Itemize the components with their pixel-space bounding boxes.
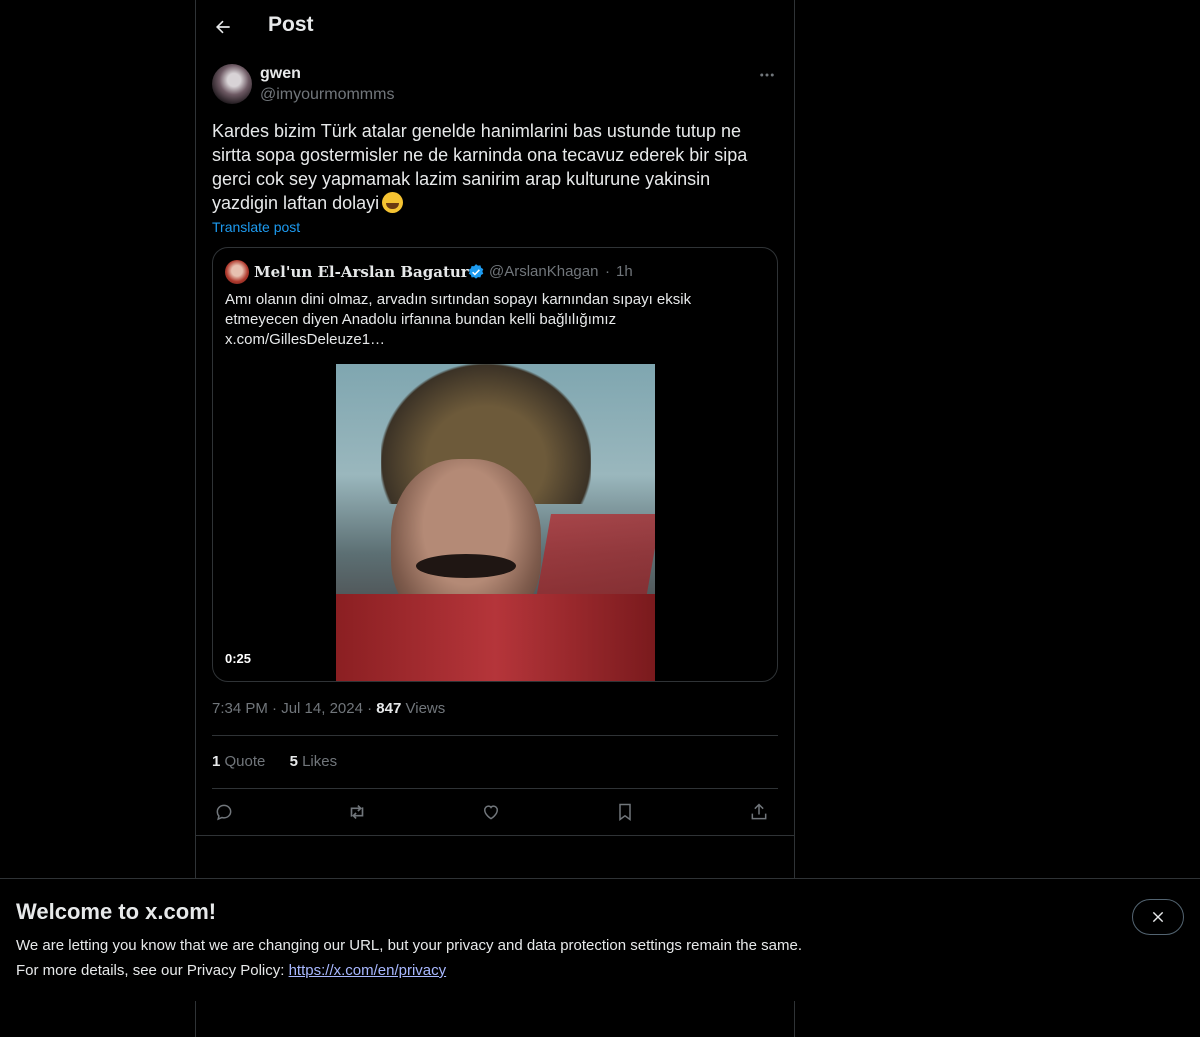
privacy-policy-link[interactable]: https://x.com/en/privacy xyxy=(289,962,447,979)
likes-count: 5 xyxy=(289,753,298,770)
bookmark-button[interactable] xyxy=(613,800,637,824)
banner-details-text: For more details, see our Privacy Policy… xyxy=(16,962,289,979)
separator-dot: · xyxy=(605,263,610,280)
divider xyxy=(196,835,794,836)
more-options-button[interactable] xyxy=(756,64,778,86)
share-button[interactable] xyxy=(747,800,771,824)
banner-title: Welcome to x.com! xyxy=(16,899,217,924)
back-button[interactable] xyxy=(208,12,238,42)
share-icon xyxy=(751,803,767,820)
author-handle[interactable]: @imyourmommms xyxy=(260,86,394,104)
banner-details: For more details, see our Privacy Policy… xyxy=(16,962,446,979)
post-author: gwen @imyourmommms xyxy=(212,64,778,108)
quoted-timestamp[interactable]: 1h xyxy=(616,263,633,280)
author-name[interactable]: gwen xyxy=(260,65,301,83)
post-date[interactable]: Jul 14, 2024 xyxy=(281,700,363,717)
more-icon xyxy=(760,73,774,77)
quoted-text-line: etmeyecen diyen Anadolu irfanına bundan … xyxy=(225,311,617,328)
banner-message: We are letting you know that we are chan… xyxy=(16,937,802,954)
quotes-label: Quote xyxy=(224,753,266,770)
reply-icon xyxy=(216,804,232,821)
repost-icon xyxy=(350,804,364,820)
post-meta: 7:34 PM · Jul 14, 2024 · 847 Views xyxy=(212,700,445,717)
arrow-left-icon xyxy=(216,20,230,34)
video-duration: 0:25 xyxy=(225,651,252,666)
video-thumbnail[interactable] xyxy=(336,364,655,681)
views-label: Views xyxy=(405,700,446,717)
quotes-count: 1 xyxy=(212,753,221,770)
translate-post-link[interactable]: Translate post xyxy=(212,219,300,235)
post-time[interactable]: 7:34 PM xyxy=(212,700,268,717)
post-body: Kardes bizim Türk atalar genelde hanimla… xyxy=(212,121,748,213)
welcome-banner: Welcome to x.com! We are letting you kno… xyxy=(0,878,1200,1001)
separator-dot: · xyxy=(367,700,377,717)
separator-dot: · xyxy=(272,700,282,717)
like-icon xyxy=(483,805,499,820)
close-icon xyxy=(1152,911,1164,923)
header: Post xyxy=(196,0,794,55)
avatar[interactable] xyxy=(212,64,252,104)
bookmark-icon xyxy=(619,803,631,821)
reply-button[interactable] xyxy=(212,800,236,824)
like-button[interactable] xyxy=(479,800,503,824)
divider xyxy=(212,735,778,736)
divider xyxy=(212,788,778,789)
quoted-link[interactable]: x.com/GillesDeleuze1… xyxy=(225,330,755,350)
post-text: Kardes bizim Türk atalar genelde hanimla… xyxy=(212,119,778,215)
quotes-stat[interactable]: 1 Quote xyxy=(212,753,265,770)
video-garment xyxy=(336,594,655,681)
video-mustache xyxy=(416,554,516,578)
grinning-squinting-face-emoji-icon xyxy=(382,192,404,213)
quoted-avatar[interactable] xyxy=(225,260,249,284)
page-title: Post xyxy=(268,13,314,36)
repost-button[interactable] xyxy=(345,800,369,824)
verified-badge-icon xyxy=(468,264,484,279)
quoted-text: Amı olanın dini olmaz, arvadın sırtından… xyxy=(225,290,755,350)
quoted-author-name[interactable]: Mel'un El-Arslan Bagatur xyxy=(254,263,469,281)
action-bar xyxy=(212,800,778,824)
close-banner-button[interactable] xyxy=(1132,899,1184,935)
post-stats: 1 Quote 5 Likes xyxy=(212,753,357,770)
views-count: 847 xyxy=(376,700,402,717)
quoted-author-handle[interactable]: @ArslanKhagan xyxy=(489,263,598,280)
quoted-post[interactable]: Mel'un El-Arslan Bagatur @ArslanKhagan ·… xyxy=(212,247,778,682)
likes-stat[interactable]: 5 Likes xyxy=(290,753,338,770)
likes-label: Likes xyxy=(302,753,338,770)
quoted-text-line: Amı olanın dini olmaz, arvadın sırtından… xyxy=(225,291,692,308)
